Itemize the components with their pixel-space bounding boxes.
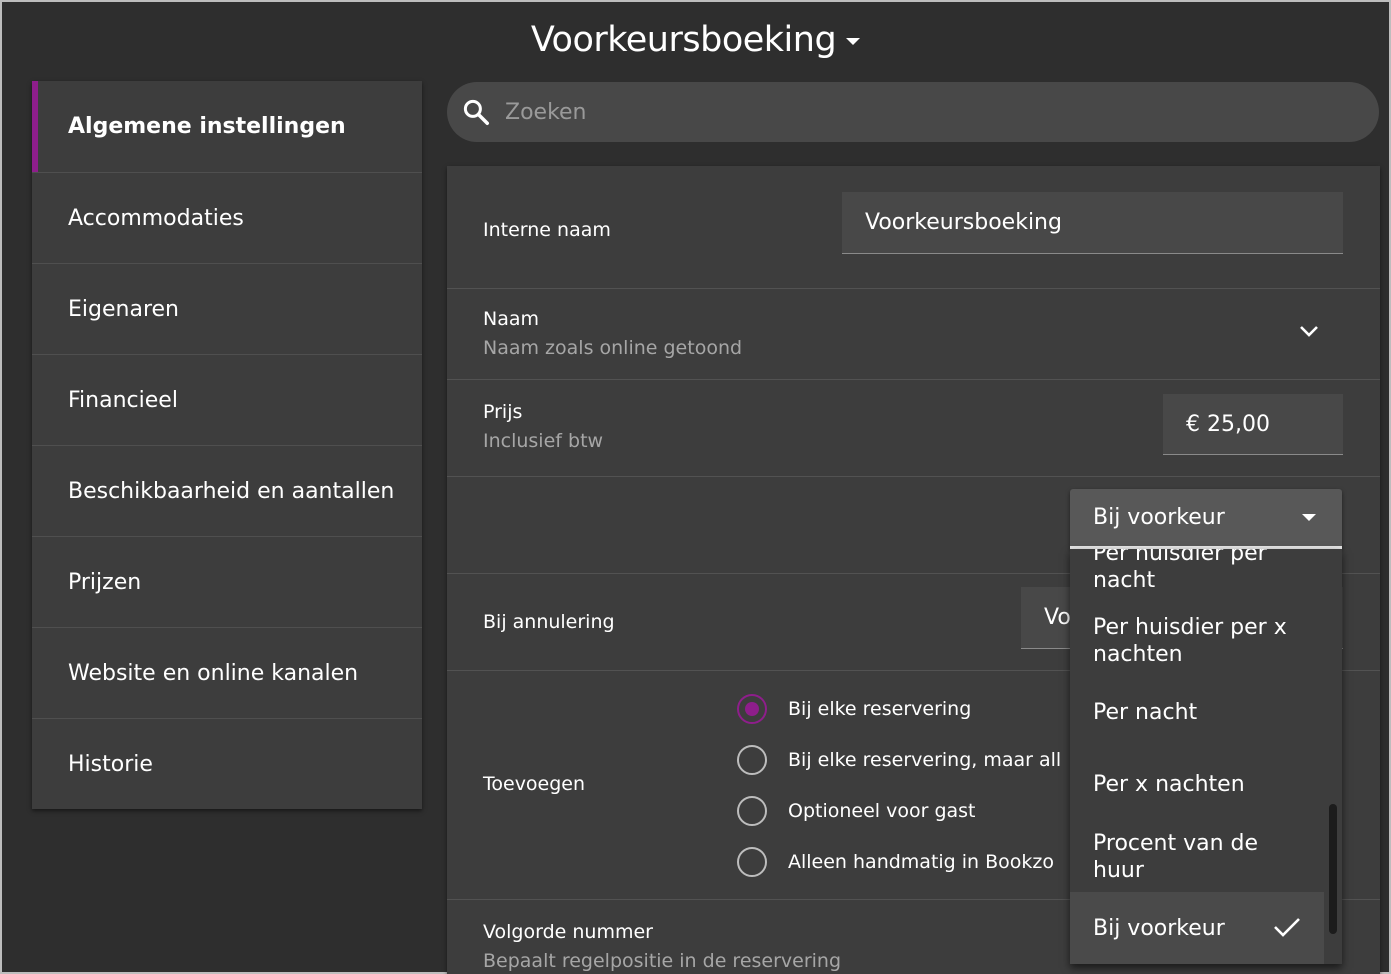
- sidebar-item-label: Algemene instellingen: [68, 114, 346, 139]
- caret-down-icon: [846, 37, 861, 45]
- page-title-text: Voorkeursboeking: [530, 20, 837, 60]
- radio-button[interactable]: [737, 745, 767, 775]
- calculation-select-value: Bij voorkeur: [1093, 505, 1225, 530]
- dropdown-menu: Per huisdier per nacht Per huisdier per …: [1070, 549, 1342, 964]
- order-sublabel: Bepaalt regelpositie in de reservering: [483, 950, 842, 972]
- calculation-select[interactable]: Bij voorkeur: [1070, 489, 1342, 549]
- internal-name-field[interactable]: Voorkeursboeking: [842, 192, 1343, 254]
- sidebar-item-label: Prijzen: [68, 569, 142, 595]
- dropdown-option-selected[interactable]: Bij voorkeur: [1070, 892, 1324, 964]
- price-label: Prijs: [483, 401, 523, 423]
- sidebar-item-historie[interactable]: Historie: [32, 718, 422, 809]
- search-icon: [463, 99, 489, 125]
- internal-name-label: Interne naam: [483, 219, 611, 241]
- dropdown-option[interactable]: Per huisdier per nacht: [1070, 549, 1324, 594]
- option-line: Procent van de: [1093, 831, 1259, 856]
- price-field[interactable]: € 25,00: [1163, 394, 1343, 455]
- option-line: Per x nachten: [1093, 772, 1245, 797]
- internal-name-value: Voorkeursboeking: [865, 210, 1062, 235]
- scrollbar-thumb[interactable]: [1329, 804, 1337, 934]
- sidebar-item-website[interactable]: Website en online kanalen: [32, 627, 422, 718]
- search-bar: [447, 82, 1379, 142]
- sidebar-item-eigenaren[interactable]: Eigenaren: [32, 263, 422, 354]
- option-line: nachten: [1093, 642, 1183, 667]
- add-label: Toevoegen: [483, 773, 586, 795]
- sidebar-item-label: Beschikbaarheid en aantallen: [68, 478, 395, 504]
- price-sublabel: Inclusief btw: [483, 430, 604, 452]
- radio-option[interactable]: Optioneel voor gast: [737, 796, 976, 826]
- dropdown-option[interactable]: Per huisdier per x nachten: [1070, 614, 1324, 668]
- caret-down-icon: [1302, 514, 1316, 521]
- option-line: nacht: [1093, 568, 1156, 593]
- radio-label: Bij elke reservering, maar all: [788, 749, 1062, 771]
- name-label: Naam: [483, 308, 540, 330]
- option-line: Bij voorkeur: [1093, 916, 1225, 941]
- cancellation-label: Bij annulering: [483, 611, 615, 633]
- check-icon: [1274, 918, 1300, 937]
- sidebar-item-label: Website en online kanalen: [68, 660, 359, 686]
- dropdown-option[interactable]: Per nacht: [1070, 699, 1324, 726]
- radio-label: Bij elke reservering: [788, 698, 972, 720]
- radio-option[interactable]: Bij elke reservering: [737, 694, 971, 724]
- radio-option[interactable]: Bij elke reservering, maar all: [737, 745, 1061, 775]
- sidebar-item-label: Accommodaties: [68, 205, 244, 231]
- option-line: huur: [1093, 858, 1144, 883]
- row-price: Prijs Inclusief btw € 25,00: [447, 379, 1380, 476]
- radio-option[interactable]: Alleen handmatig in Bookzo: [737, 847, 1054, 877]
- page-title[interactable]: Voorkeursboeking: [2, 20, 1389, 60]
- sidebar-item-prijzen[interactable]: Prijzen: [32, 536, 422, 627]
- chevron-down-icon[interactable]: [1299, 324, 1319, 338]
- row-internal-name: Interne naam Voorkeursboeking: [447, 166, 1380, 288]
- option-line: Per huisdier per x: [1093, 615, 1287, 640]
- sidebar-item-accommodaties[interactable]: Accommodaties: [32, 172, 422, 263]
- radio-button-checked[interactable]: [737, 694, 767, 724]
- option-line: Per huisdier per: [1093, 549, 1267, 566]
- radio-button[interactable]: [737, 847, 767, 877]
- sidebar-item-algemene-instellingen[interactable]: Algemene instellingen: [32, 81, 422, 172]
- radio-label: Alleen handmatig in Bookzo: [788, 851, 1055, 873]
- sidebar-item-financieel[interactable]: Financieel: [32, 354, 422, 445]
- dropdown-option[interactable]: Procent van de huur: [1070, 830, 1324, 884]
- radio-label: Optioneel voor gast: [788, 800, 976, 822]
- sidebar-item-label: Eigenaren: [68, 296, 179, 322]
- dropdown-option[interactable]: Per x nachten: [1070, 771, 1324, 798]
- search-input[interactable]: [505, 99, 1305, 125]
- cancellation-value: Vo: [1044, 605, 1071, 630]
- sidebar: Algemene instellingen Accommodaties Eige…: [32, 81, 422, 809]
- row-name[interactable]: Naam Naam zoals online getoond: [447, 288, 1380, 379]
- price-value: € 25,00: [1186, 411, 1270, 437]
- name-sublabel: Naam zoals online getoond: [483, 337, 743, 359]
- sidebar-item-beschikbaarheid[interactable]: Beschikbaarheid en aantallen: [32, 445, 422, 536]
- order-label: Volgorde nummer: [483, 921, 653, 943]
- radio-button[interactable]: [737, 796, 767, 826]
- sidebar-item-label: Financieel: [68, 387, 178, 413]
- option-line: Per nacht: [1093, 700, 1198, 725]
- sidebar-item-label: Historie: [68, 751, 153, 777]
